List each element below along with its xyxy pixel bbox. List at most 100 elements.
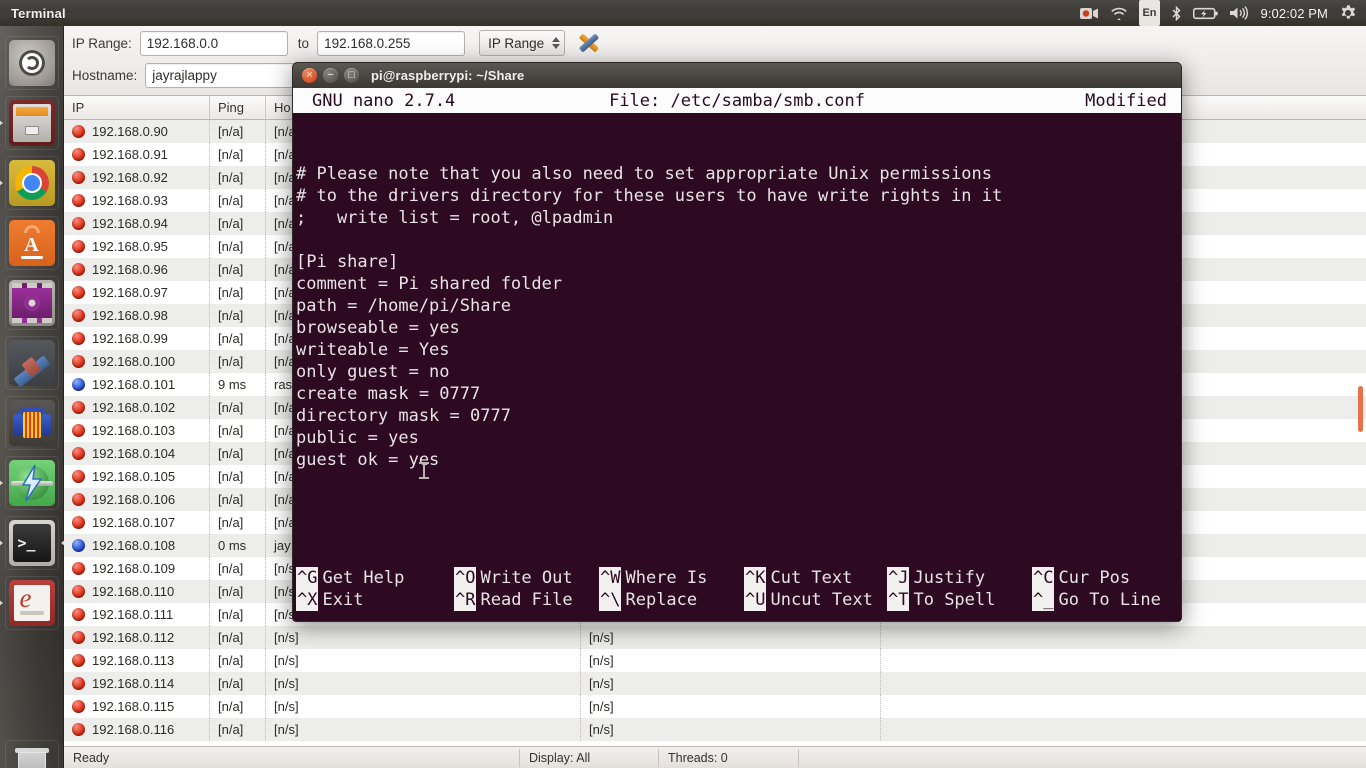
column-header-ip[interactable]: IP (64, 96, 210, 119)
headphones-icon (8, 400, 55, 446)
gear-icon[interactable] (1339, 0, 1357, 26)
cell-ip: 192.168.0.96 (64, 258, 210, 281)
lightning-globe-icon (8, 460, 55, 506)
cell-ports: [n/s] (581, 718, 881, 741)
status-display: Display: All (519, 748, 659, 767)
cell-ip: 192.168.0.103 (64, 419, 210, 442)
launcher-item-amazon[interactable]: A (5, 216, 59, 270)
nano-line: ; write list = root, @lpadmin (296, 208, 614, 228)
host-status-icon (72, 194, 85, 207)
bluetooth-icon[interactable] (1171, 0, 1182, 26)
host-status-icon (72, 332, 85, 345)
host-status-icon (72, 424, 85, 437)
host-status-icon (72, 355, 85, 368)
host-status-icon (72, 309, 85, 322)
nano-line: [Pi share] (296, 252, 399, 272)
cell-ping: [n/a] (210, 488, 266, 511)
column-header-ping[interactable]: Ping (210, 96, 266, 119)
cell-ping: [n/a] (210, 718, 266, 741)
cell-ip-text: 192.168.0.114 (92, 676, 175, 691)
cell-ip-text: 192.168.0.116 (92, 722, 175, 737)
ip-range-from-input[interactable]: 192.168.0.0 (139, 30, 288, 56)
table-row[interactable]: 192.168.0.113 [n/a] [n/s] [n/s] (64, 649, 1366, 672)
keyboard-layout-indicator[interactable]: En (1139, 0, 1160, 26)
nano-shortcut[interactable]: ^G Get Help (296, 567, 454, 589)
launcher-item-terminal[interactable]: >_ (5, 516, 59, 570)
nano-shortcut[interactable]: ^O Write Out (454, 567, 599, 589)
desktop-screen: Terminal En 9:02:02 PM A >_ e IP Range: … (0, 0, 1366, 768)
cell-ip: 192.168.0.100 (64, 350, 210, 373)
launcher-item-audacity[interactable] (5, 396, 59, 450)
nano-shortcut[interactable]: ^\ Replace (599, 589, 744, 611)
ip-range-to-label: to (297, 35, 310, 51)
nano-shortcut-row-2: ^X Exit ^R Read File ^\ Replace ^U Uncut Text ^T… (296, 589, 1181, 611)
launcher-item-video-player[interactable] (5, 276, 59, 330)
battery-icon[interactable] (1192, 0, 1218, 26)
launcher-item-trash[interactable] (5, 740, 59, 768)
table-row[interactable]: 192.168.0.114 [n/a] [n/s] [n/s] (64, 672, 1366, 695)
close-icon[interactable]: × (302, 68, 317, 83)
nano-shortcut[interactable]: ^X Exit (296, 589, 454, 611)
nano-line: public = yes (296, 428, 419, 448)
nano-line: directory mask = 0777 (296, 406, 511, 426)
cell-ip: 192.168.0.115 (64, 695, 210, 718)
nano-shortcut[interactable]: ^K Cut Text (744, 567, 887, 589)
nano-shortcut[interactable]: ^U Uncut Text (744, 589, 887, 611)
results-scrollbar-thumb[interactable] (1358, 386, 1363, 432)
host-status-icon (72, 631, 85, 644)
ip-range-to-input[interactable]: 192.168.0.255 (317, 30, 466, 56)
cell-ip-text: 192.168.0.91 (92, 147, 168, 162)
cell-ping: [n/a] (210, 189, 266, 212)
maximize-icon[interactable]: □ (344, 68, 359, 83)
nano-shortcut[interactable]: ^J Justify (887, 567, 1032, 589)
nano-editor-area[interactable]: # Please note that you also need to set … (292, 113, 1182, 557)
clock[interactable]: 9:02:02 PM (1261, 0, 1329, 26)
terminal-titlebar[interactable]: × − □ pi@raspberrypi: ~/Share (292, 62, 1182, 88)
cell-ip-text: 192.168.0.115 (92, 699, 175, 714)
tools-button[interactable] (577, 31, 601, 55)
cell-ping: 9 ms (210, 373, 266, 396)
chevron-updown-icon[interactable] (552, 37, 561, 49)
launcher-item-files[interactable] (5, 96, 59, 150)
nano-shortcut[interactable]: ^R Read File (454, 589, 599, 611)
nano-shortcut[interactable]: ^C Cur Pos (1032, 567, 1172, 589)
paintbrush-icon (8, 340, 55, 386)
volume-icon[interactable] (1229, 0, 1250, 26)
cell-extra (881, 626, 1366, 649)
launcher-item-gimp[interactable] (5, 336, 59, 390)
cell-ip-text: 192.168.0.93 (92, 193, 168, 208)
cell-extra (881, 718, 1366, 741)
scan-mode-select[interactable]: IP Range (479, 30, 566, 56)
host-status-icon (72, 608, 85, 621)
table-row[interactable]: 192.168.0.116 [n/a] [n/s] [n/s] (64, 718, 1366, 741)
cell-ip: 192.168.0.112 (64, 626, 210, 649)
cell-extra (881, 649, 1366, 672)
cell-ping: [n/a] (210, 695, 266, 718)
nano-shortcut[interactable]: ^T To Spell (887, 589, 1032, 611)
nano-shortcut[interactable]: ^_ Go To Line (1032, 589, 1172, 611)
nano-shortcut[interactable]: ^W Where Is (599, 567, 744, 589)
launcher-item-angry-ip-scanner[interactable] (5, 456, 59, 510)
launcher-item-chrome[interactable] (5, 156, 59, 210)
minimize-icon[interactable]: − (323, 68, 338, 83)
terminal-window: × − □ pi@raspberrypi: ~/Share GNU nano 2… (292, 62, 1182, 622)
cell-hostname: [n/s] (266, 718, 581, 741)
table-row[interactable]: 192.168.0.112 [n/a] [n/s] [n/s] (64, 626, 1366, 649)
launcher-item-ebook-reader[interactable] (5, 576, 59, 630)
nano-shortcut-key: ^U (744, 589, 767, 611)
launcher-item-dash-home[interactable] (5, 36, 59, 90)
host-status-icon (72, 585, 85, 598)
nano-header: GNU nano 2.7.4 File: /etc/samba/smb.conf… (292, 88, 1182, 113)
host-status-icon (72, 654, 85, 667)
cell-ip: 192.168.0.98 (64, 304, 210, 327)
nano-shortcut-key: ^R (454, 589, 477, 611)
wifi-icon[interactable] (1110, 0, 1128, 26)
cell-ports: [n/s] (581, 672, 881, 695)
cell-ip-text: 192.168.0.97 (92, 285, 168, 300)
table-row[interactable]: 192.168.0.115 [n/a] [n/s] [n/s] (64, 695, 1366, 718)
active-app-title[interactable]: Terminal (11, 6, 66, 21)
cell-ping: [n/a] (210, 465, 266, 488)
nano-filename: File: /etc/samba/smb.conf (609, 90, 865, 111)
chrome-icon (8, 160, 55, 206)
screen-recorder-icon[interactable] (1080, 0, 1099, 26)
